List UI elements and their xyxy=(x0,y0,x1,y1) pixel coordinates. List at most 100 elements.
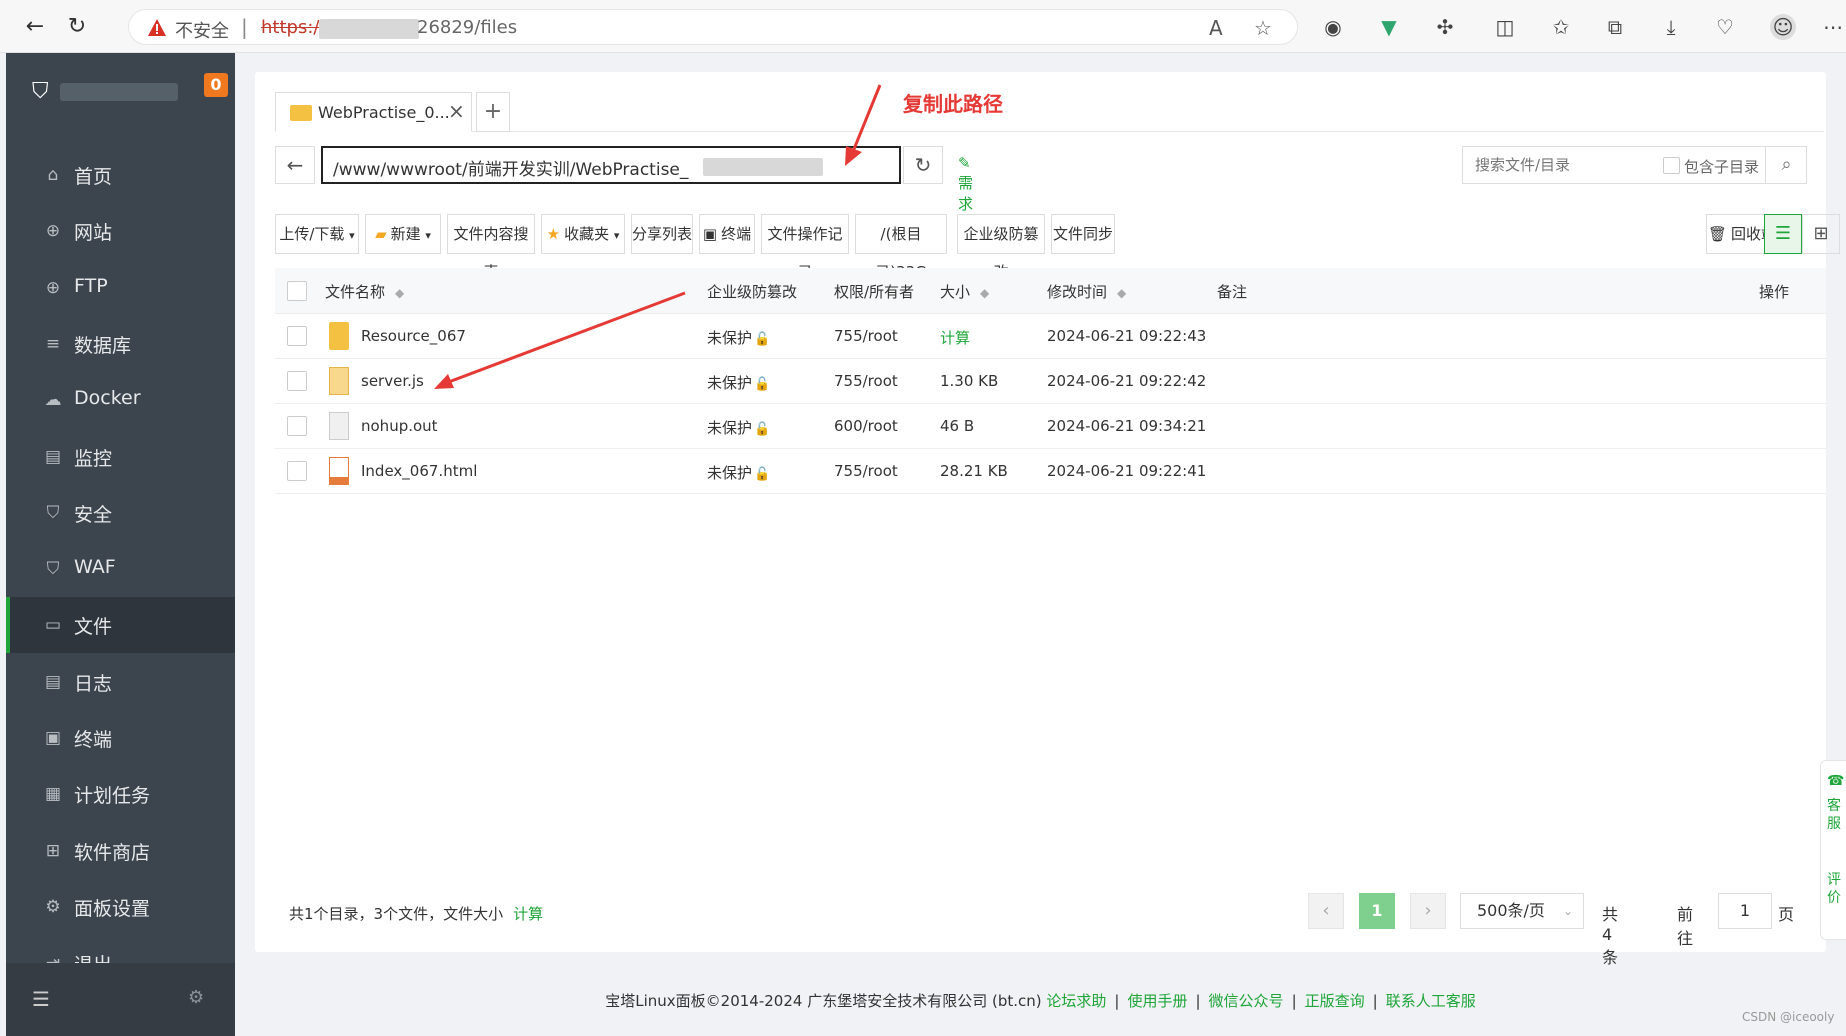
sidebar-item[interactable]: ⌂ 首页 xyxy=(6,147,235,203)
performance-icon[interactable]: ♡ xyxy=(1712,14,1738,40)
file-size-text: 1.30 KB xyxy=(940,372,999,390)
favorites-button[interactable]: ★ 收藏夹 ▾ xyxy=(541,214,625,254)
row-checkbox[interactable] xyxy=(287,326,307,346)
search-input[interactable] xyxy=(1463,147,1623,183)
file-name[interactable]: Index_067.html xyxy=(361,462,477,480)
search-icon[interactable]: ⌕ xyxy=(1765,147,1807,183)
root-usage-button[interactable]: /(根目录)33G xyxy=(855,214,947,281)
forum-link[interactable]: 论坛求助 xyxy=(1046,992,1106,1010)
sidebar-item[interactable]: ▦ 计划任务 xyxy=(6,766,235,822)
list-view-icon[interactable]: ☰ xyxy=(1764,214,1802,254)
sidebar-item[interactable]: ▣ 终端 xyxy=(6,710,235,766)
include-subdir-checkbox[interactable] xyxy=(1663,157,1680,174)
content-search-button[interactable]: 文件内容搜索 xyxy=(447,214,535,281)
add-tab-button[interactable]: + xyxy=(476,92,510,132)
row-checkbox[interactable] xyxy=(287,371,307,391)
unlock-icon[interactable]: 🔓 xyxy=(754,467,770,482)
file-name[interactable]: Resource_067 xyxy=(361,327,466,345)
file-size[interactable]: 计算 xyxy=(940,327,970,348)
favorites-label: 收藏夹 xyxy=(564,225,610,243)
tamper-proof-button[interactable]: 企业级防篡改 xyxy=(957,214,1045,281)
table-row[interactable]: Index_067.html 未保护 🔓 755/root 28.21 KB 2024-0… xyxy=(275,449,1826,494)
server-name-redacted xyxy=(60,83,178,101)
current-page[interactable]: 1 xyxy=(1359,893,1395,929)
calculate-size-link[interactable]: 计算 xyxy=(513,905,543,923)
summary-text: 共1个目录，3个文件，文件大小 xyxy=(289,905,504,923)
back-arrow-icon[interactable]: ← xyxy=(20,12,50,42)
file-sync-button[interactable]: 文件同步 xyxy=(1051,214,1115,254)
collapse-menu-icon[interactable]: ☰ xyxy=(32,987,50,1011)
profile-avatar[interactable]: ☺ xyxy=(1770,14,1796,40)
table-row[interactable]: server.js 未保护 🔓 755/root 1.30 KB 2024-06-21 0… xyxy=(275,359,1826,404)
sidebar-item[interactable]: ▤ 监控 xyxy=(6,429,235,485)
operation-log-button[interactable]: 文件操作记录 xyxy=(761,214,849,281)
license-link[interactable]: 正版查询 xyxy=(1305,992,1365,1010)
address-bar[interactable]: 不安全 | https:// 26829/files A ☆ xyxy=(128,9,1298,45)
footer-divider: | xyxy=(1195,992,1201,1010)
sidebar-item[interactable]: ⛉ WAF xyxy=(6,541,235,597)
sidebar-item[interactable]: ⊞ 软件商店 xyxy=(6,823,235,879)
select-all-checkbox[interactable] xyxy=(287,281,307,301)
sidebar-footer: ☰ ⚙ xyxy=(6,963,235,1036)
path-input[interactable]: /www/wwwroot/前端开发实训/WebPractise_ xyxy=(321,146,901,184)
file-size: 1.30 KB xyxy=(940,372,998,390)
read-aloud-icon[interactable]: A xyxy=(1209,16,1223,40)
more-menu-icon[interactable]: ⋯ xyxy=(1820,14,1846,40)
refresh-button[interactable]: ↻ xyxy=(903,146,943,184)
sidebar-item[interactable]: ▤ 日志 xyxy=(6,654,235,710)
favorite-star-icon[interactable]: ☆ xyxy=(1254,16,1272,40)
new-button[interactable]: ▰ 新建 ▾ xyxy=(365,214,441,254)
header-size[interactable]: 大小 ◆ xyxy=(940,281,989,302)
favorites-icon[interactable]: ✩ xyxy=(1548,14,1574,40)
collections-icon[interactable]: ⧉ xyxy=(1602,14,1628,40)
grid-view-icon[interactable]: ⊞ xyxy=(1802,214,1840,254)
vue-devtools-icon[interactable]: ▼ xyxy=(1376,14,1402,40)
file-name[interactable]: server.js xyxy=(361,372,424,390)
page-size-value: 500条/页 xyxy=(1477,901,1545,920)
header-mtime[interactable]: 修改时间 ◆ xyxy=(1047,281,1126,302)
sidebar-item[interactable]: ⊕ FTP xyxy=(6,260,235,316)
reload-icon[interactable]: ↻ xyxy=(62,12,92,42)
sidebar-item[interactable]: ⛉ 安全 xyxy=(6,485,235,541)
upload-download-button[interactable]: 上传/下载 ▾ xyxy=(275,214,359,254)
row-checkbox[interactable] xyxy=(287,461,307,481)
directory-summary: 共1个目录，3个文件，文件大小 计算 xyxy=(289,903,543,924)
support-link[interactable]: 联系人工客服 xyxy=(1386,992,1476,1010)
extensions-puzzle-icon[interactable]: ✣ xyxy=(1432,14,1458,40)
notification-badge[interactable]: 0 xyxy=(204,73,228,97)
sidebar-item[interactable]: ☁ Docker xyxy=(6,372,235,428)
prev-page-button[interactable]: ‹ xyxy=(1308,893,1344,929)
page-number-input[interactable]: 1 xyxy=(1718,893,1772,929)
header-name[interactable]: 文件名称 ◆ xyxy=(325,281,404,302)
wechat-link[interactable]: 微信公众号 xyxy=(1209,992,1284,1010)
file-icon xyxy=(329,412,349,440)
sidebar-item[interactable]: ⚙ 面板设置 xyxy=(6,879,235,935)
warning-icon xyxy=(148,19,166,36)
share-list-button[interactable]: 分享列表 xyxy=(631,214,693,254)
table-row[interactable]: Resource_067 未保护 🔓 755/root 计算 2024-06-21 09:… xyxy=(275,314,1826,359)
tab-webpractise[interactable]: WebPractise_0... × xyxy=(275,92,472,132)
floating-service-widget[interactable]: ☎ 客服 评价 xyxy=(1820,760,1846,940)
unlock-icon[interactable]: 🔓 xyxy=(754,332,770,347)
sidebar-item[interactable]: ⊕ 网站 xyxy=(6,203,235,259)
extension-icon[interactable]: ◉ xyxy=(1320,14,1346,40)
sidebar-item[interactable]: ≡ 数据库 xyxy=(6,316,235,372)
unlock-icon[interactable]: 🔓 xyxy=(754,377,770,392)
terminal-button[interactable]: ▣ 终端 xyxy=(699,214,755,254)
sidebar-item-label: 数据库 xyxy=(74,334,132,357)
sidebar-item-label: 安全 xyxy=(74,503,113,526)
manual-link[interactable]: 使用手册 xyxy=(1127,992,1187,1010)
downloads-icon[interactable]: ⤓ xyxy=(1658,14,1684,40)
split-screen-icon[interactable]: ◫ xyxy=(1492,14,1518,40)
unlock-icon[interactable]: 🔓 xyxy=(754,422,770,437)
settings-gear-icon[interactable]: ⚙ xyxy=(188,987,204,1008)
path-back-button[interactable]: ← xyxy=(275,146,315,184)
watermark: CSDN @iceooly xyxy=(1742,1010,1835,1024)
file-name[interactable]: nohup.out xyxy=(361,417,438,435)
next-page-button[interactable]: › xyxy=(1410,893,1446,929)
tab-close-icon[interactable]: × xyxy=(448,99,465,123)
page-size-select[interactable]: 500条/页 ⌄ xyxy=(1460,893,1584,929)
row-checkbox[interactable] xyxy=(287,416,307,436)
table-row[interactable]: nohup.out 未保护 🔓 600/root 46 B 2024-06-21 09:3… xyxy=(275,404,1826,449)
sidebar-item[interactable]: ▭ 文件 xyxy=(6,597,235,654)
